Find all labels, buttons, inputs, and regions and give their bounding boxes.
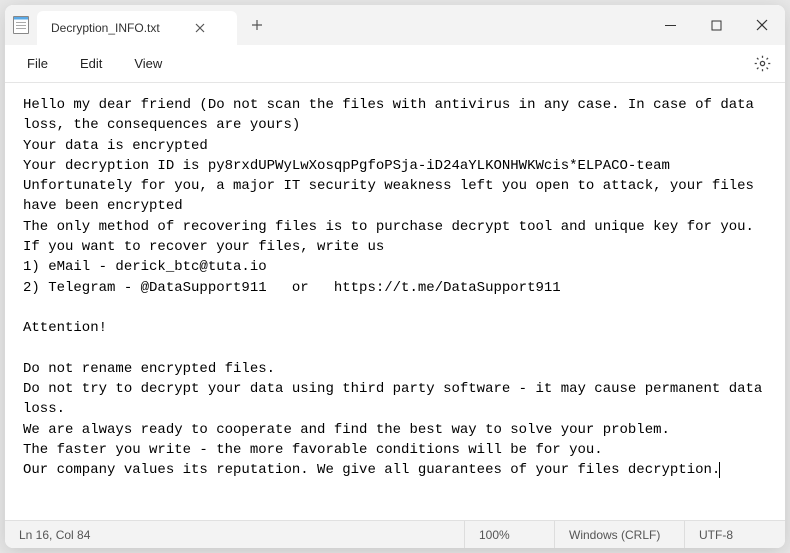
- notepad-window: Decryption_INFO.txt File Edit View: [5, 5, 785, 548]
- titlebar-drag-area[interactable]: [277, 5, 647, 45]
- statusbar: Ln 16, Col 84 100% Windows (CRLF) UTF-8: [5, 520, 785, 548]
- window-controls: [647, 5, 785, 45]
- app-icon-container: [5, 5, 37, 45]
- new-tab-button[interactable]: [237, 5, 277, 45]
- minimize-icon: [665, 20, 676, 31]
- plus-icon: [251, 19, 263, 31]
- maximize-icon: [711, 20, 722, 31]
- maximize-button[interactable]: [693, 5, 739, 45]
- text-editor-area[interactable]: Hello my dear friend (Do not scan the fi…: [5, 83, 785, 520]
- menu-edit[interactable]: Edit: [66, 50, 116, 77]
- close-icon: [195, 23, 205, 33]
- menu-view[interactable]: View: [120, 50, 176, 77]
- menu-file[interactable]: File: [13, 50, 62, 77]
- notepad-icon: [13, 16, 29, 34]
- settings-button[interactable]: [747, 49, 777, 79]
- close-window-button[interactable]: [739, 5, 785, 45]
- status-zoom[interactable]: 100%: [465, 521, 555, 548]
- status-encoding: UTF-8: [685, 521, 785, 548]
- tab-title: Decryption_INFO.txt: [51, 21, 160, 35]
- minimize-button[interactable]: [647, 5, 693, 45]
- text-caret: [719, 462, 720, 478]
- titlebar[interactable]: Decryption_INFO.txt: [5, 5, 785, 45]
- menubar: File Edit View: [5, 45, 785, 83]
- gear-icon: [754, 55, 771, 72]
- tab-close-button[interactable]: [190, 18, 210, 38]
- document-tab[interactable]: Decryption_INFO.txt: [37, 11, 237, 45]
- document-text: Hello my dear friend (Do not scan the fi…: [23, 97, 771, 478]
- status-cursor-position: Ln 16, Col 84: [5, 521, 465, 548]
- status-line-ending: Windows (CRLF): [555, 521, 685, 548]
- close-icon: [756, 19, 768, 31]
